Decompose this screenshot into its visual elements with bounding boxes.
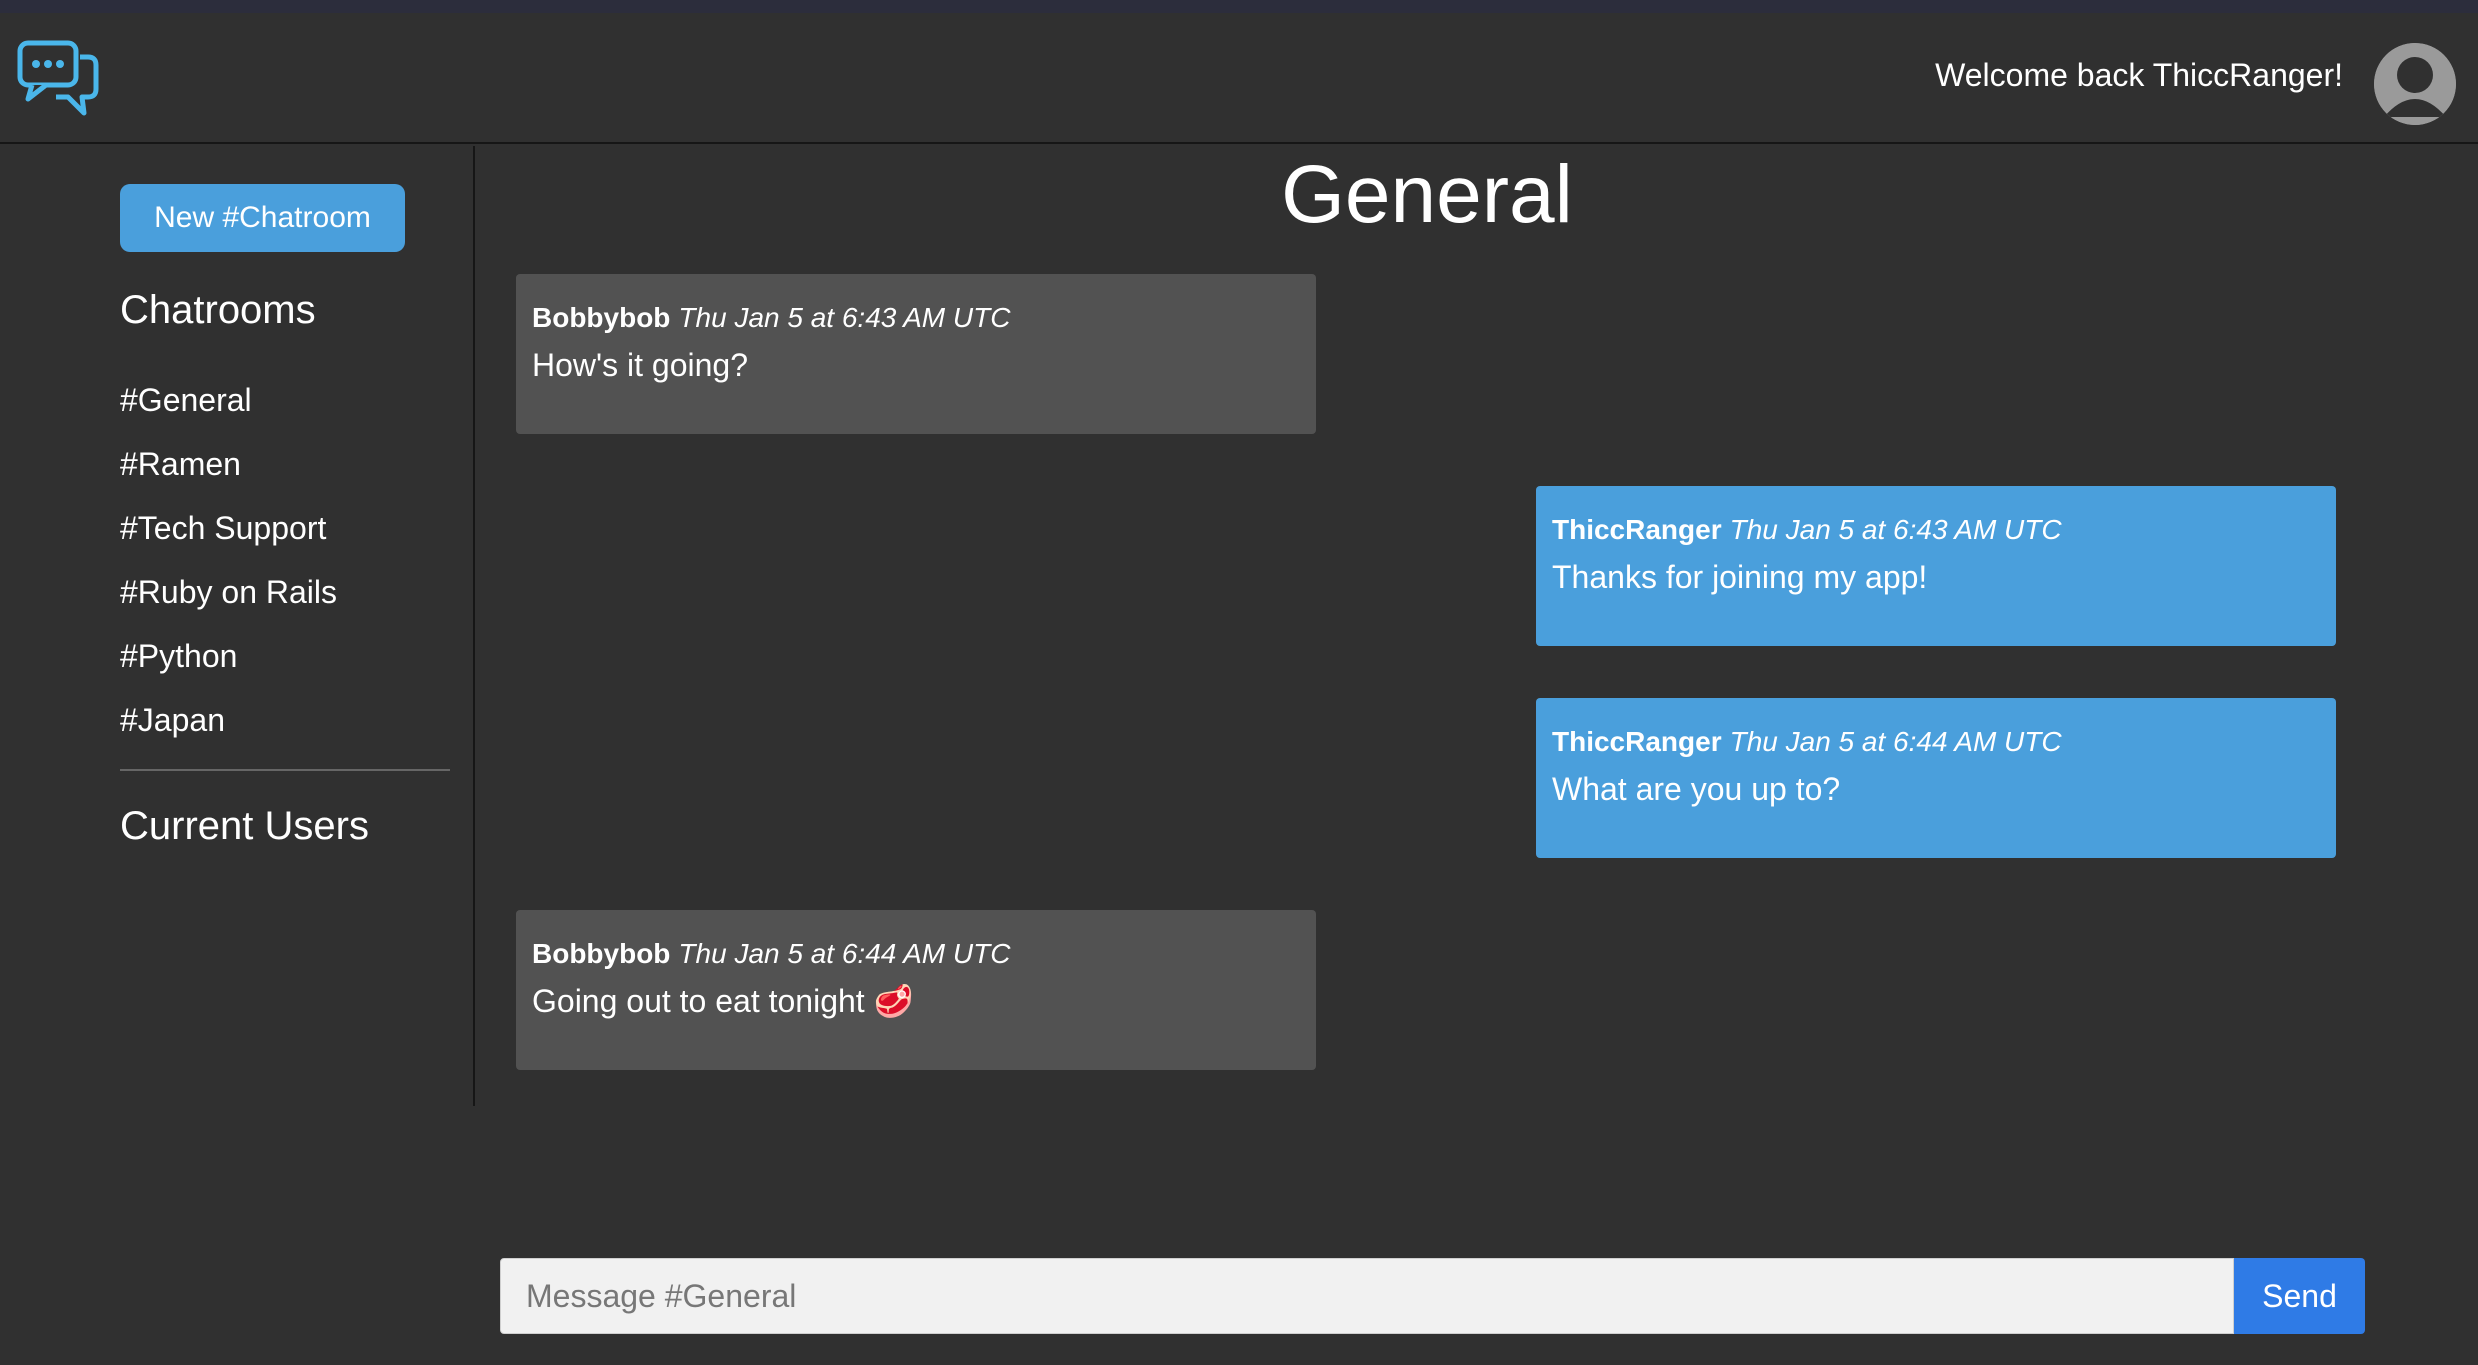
chatroom-link-tech-support[interactable]: #Tech Support [120, 496, 337, 560]
message-header: ThiccRanger Thu Jan 5 at 6:44 AM UTC [1552, 724, 2320, 760]
message-header: Bobbybob Thu Jan 5 at 6:44 AM UTC [532, 936, 1300, 972]
message-bubble: Bobbybob Thu Jan 5 at 6:44 AM UTC Going o… [516, 910, 1316, 1070]
chatroom-link-ramen[interactable]: #Ramen [120, 432, 337, 496]
chat-bubbles-icon[interactable] [16, 37, 100, 121]
message-author: ThiccRanger [1552, 514, 1722, 545]
sidebar-divider [120, 769, 450, 771]
message-timestamp: Thu Jan 5 at 6:44 AM UTC [1729, 726, 2062, 757]
message-bubble: ThiccRanger Thu Jan 5 at 6:43 AM UTC Than… [1536, 486, 2336, 646]
room-title: General [1281, 149, 1573, 240]
message-input[interactable] [500, 1258, 2234, 1334]
chatroom-link-general[interactable]: #General [120, 368, 337, 432]
message-text: What are you up to? [1552, 771, 1841, 807]
chatrooms-heading: Chatrooms [120, 288, 316, 332]
sidebar: New #Chatroom Chatrooms #General #Ramen … [0, 146, 475, 1106]
message-text: Going out to eat tonight 🥩 [532, 983, 914, 1019]
chatroom-list: #General #Ramen #Tech Support #Ruby on R… [120, 368, 337, 752]
message-text: Thanks for joining my app! [1552, 559, 1928, 595]
chatroom-link-japan[interactable]: #Japan [120, 688, 337, 752]
chatroom-link-python[interactable]: #Python [120, 624, 337, 688]
message-timestamp: Thu Jan 5 at 6:43 AM UTC [678, 302, 1011, 333]
message-timestamp: Thu Jan 5 at 6:44 AM UTC [678, 938, 1011, 969]
current-users-heading: Current Users [120, 804, 369, 848]
window-top-strip [0, 0, 2478, 13]
message-author: Bobbybob [532, 302, 671, 333]
navbar: Welcome back ThiccRanger! [0, 13, 2478, 144]
welcome-text: Welcome back ThiccRanger! [1935, 57, 2343, 93]
message-author: ThiccRanger [1552, 726, 1722, 757]
user-avatar-icon[interactable] [2374, 43, 2456, 125]
new-chatroom-button[interactable]: New #Chatroom [120, 184, 405, 252]
send-button[interactable]: Send [2234, 1258, 2365, 1334]
message-bubble: ThiccRanger Thu Jan 5 at 6:44 AM UTC What… [1536, 698, 2336, 858]
message-header: ThiccRanger Thu Jan 5 at 6:43 AM UTC [1552, 512, 2320, 548]
message-author: Bobbybob [532, 938, 671, 969]
message-timestamp: Thu Jan 5 at 6:43 AM UTC [1729, 514, 2062, 545]
message-text: How's it going? [532, 347, 748, 383]
message-bubble: Bobbybob Thu Jan 5 at 6:43 AM UTC How's i… [516, 274, 1316, 434]
message-header: Bobbybob Thu Jan 5 at 6:43 AM UTC [532, 300, 1300, 336]
chatroom-link-ruby-on-rails[interactable]: #Ruby on Rails [120, 560, 337, 624]
